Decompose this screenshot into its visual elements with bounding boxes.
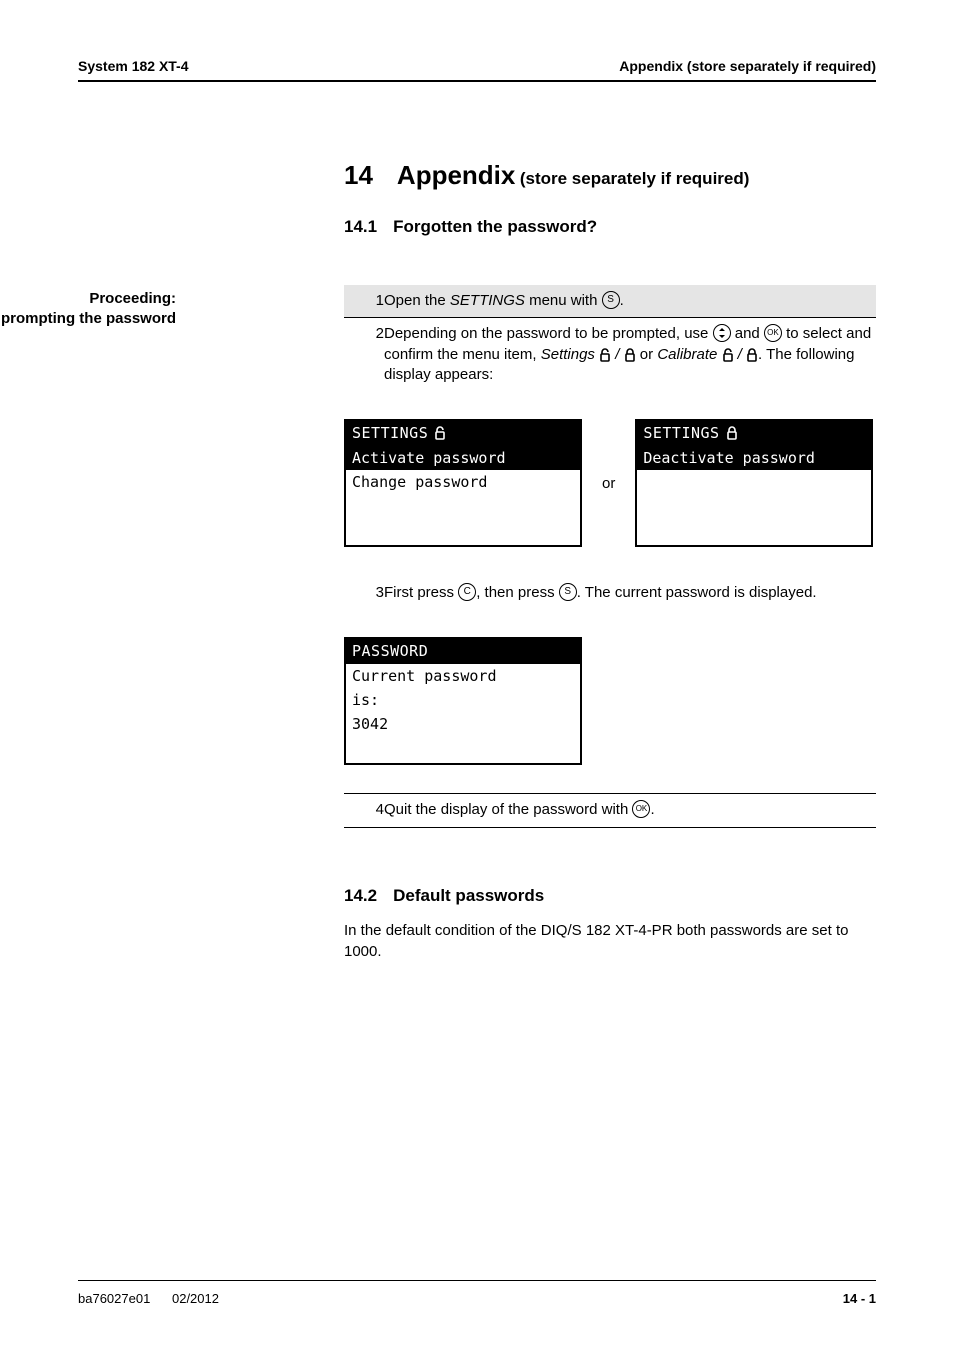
- step-row-1: 1 Open the SETTINGS menu with S.: [344, 285, 876, 318]
- locked-icon: [624, 348, 636, 362]
- lcd-selected-line: Activate password: [346, 446, 580, 470]
- lcd-line: Current password: [346, 664, 580, 688]
- lcd-title: PASSWORD: [346, 639, 580, 664]
- ok-button-icon: OK: [764, 324, 782, 342]
- lcd-line: is:: [346, 688, 580, 712]
- chapter-subtitle: (store separately if required): [520, 169, 750, 188]
- header-right: Appendix (store separately if required): [619, 58, 876, 74]
- or-text: or: [602, 475, 615, 492]
- lcd-line: Change password: [346, 470, 580, 494]
- locked-icon: [726, 426, 738, 440]
- footer-page-number: 14 - 1: [843, 1291, 876, 1306]
- locked-icon: [746, 348, 758, 362]
- section-heading-14-2: 14.2 Default passwords: [344, 886, 876, 906]
- lcd-title: SETTINGS: [637, 421, 871, 446]
- lcd-settings-activate: SETTINGS Activate password Change passwo…: [344, 419, 582, 547]
- step-row-4: 4 Quit the display of the password with …: [344, 794, 876, 827]
- up-down-button-icon: [713, 324, 731, 342]
- default-passwords-paragraph: In the default condition of the DIQ/S 18…: [344, 920, 876, 964]
- header-left: System 182 XT-4: [78, 58, 189, 74]
- lcd-displays-row-1: SETTINGS Activate password Change passwo…: [344, 419, 876, 547]
- lcd-line: 3042: [346, 712, 580, 736]
- lcd-settings-deactivate: SETTINGS Deactivate password: [635, 419, 873, 547]
- procedure-steps-cont: 3 First press C, then press S. The curre…: [344, 577, 876, 609]
- section-title: Forgotten the password?: [393, 217, 597, 237]
- page-footer: ba76027e01 02/2012 14 - 1: [78, 1280, 876, 1306]
- step-body: Quit the display of the password with OK…: [384, 794, 876, 827]
- step-number: 4: [344, 794, 384, 827]
- chapter-heading: 14 Appendix (store separately if require…: [344, 160, 876, 191]
- step-body: Open the SETTINGS menu with S.: [384, 285, 876, 318]
- lcd-title: SETTINGS: [346, 421, 580, 446]
- margin-label: Proceeding: prompting the password: [0, 289, 176, 330]
- step-number: 2: [344, 318, 384, 391]
- step-number: 3: [344, 577, 384, 609]
- chapter-title: Appendix: [397, 160, 515, 190]
- unlocked-icon: [599, 348, 611, 362]
- step-body: First press C, then press S. The current…: [384, 577, 876, 609]
- section-heading-14-1: 14.1 Forgotten the password?: [344, 217, 876, 237]
- step-row-2: 2 Depending on the password to be prompt…: [344, 318, 876, 391]
- step-body: Depending on the password to be prompted…: [384, 318, 876, 391]
- procedure-steps: 1 Open the SETTINGS menu with S. 2 Depen…: [344, 285, 876, 391]
- main-content: 14 Appendix (store separately if require…: [344, 160, 876, 963]
- section-title: Default passwords: [393, 886, 544, 906]
- procedure-steps-cont2: 4 Quit the display of the password with …: [344, 793, 876, 827]
- section-number: 14.1: [344, 217, 377, 237]
- page-header: System 182 XT-4 Appendix (store separate…: [78, 58, 876, 82]
- s-button-icon: S: [602, 291, 620, 309]
- step-row-3: 3 First press C, then press S. The curre…: [344, 577, 876, 609]
- unlocked-icon: [722, 348, 734, 362]
- section-number: 14.2: [344, 886, 377, 906]
- step-number: 1: [344, 285, 384, 318]
- margin-label-line2: prompting the password: [1, 310, 176, 327]
- chapter-number: 14: [344, 160, 373, 191]
- lcd-password: PASSWORD Current password is: 3042: [344, 637, 582, 765]
- s-button-icon: S: [559, 583, 577, 601]
- c-button-icon: C: [458, 583, 476, 601]
- ok-button-icon: OK: [632, 800, 650, 818]
- footer-left: ba76027e01 02/2012: [78, 1291, 219, 1306]
- unlocked-icon: [434, 426, 446, 440]
- lcd-selected-line: Deactivate password: [637, 446, 871, 470]
- margin-label-line1: Proceeding:: [89, 290, 176, 307]
